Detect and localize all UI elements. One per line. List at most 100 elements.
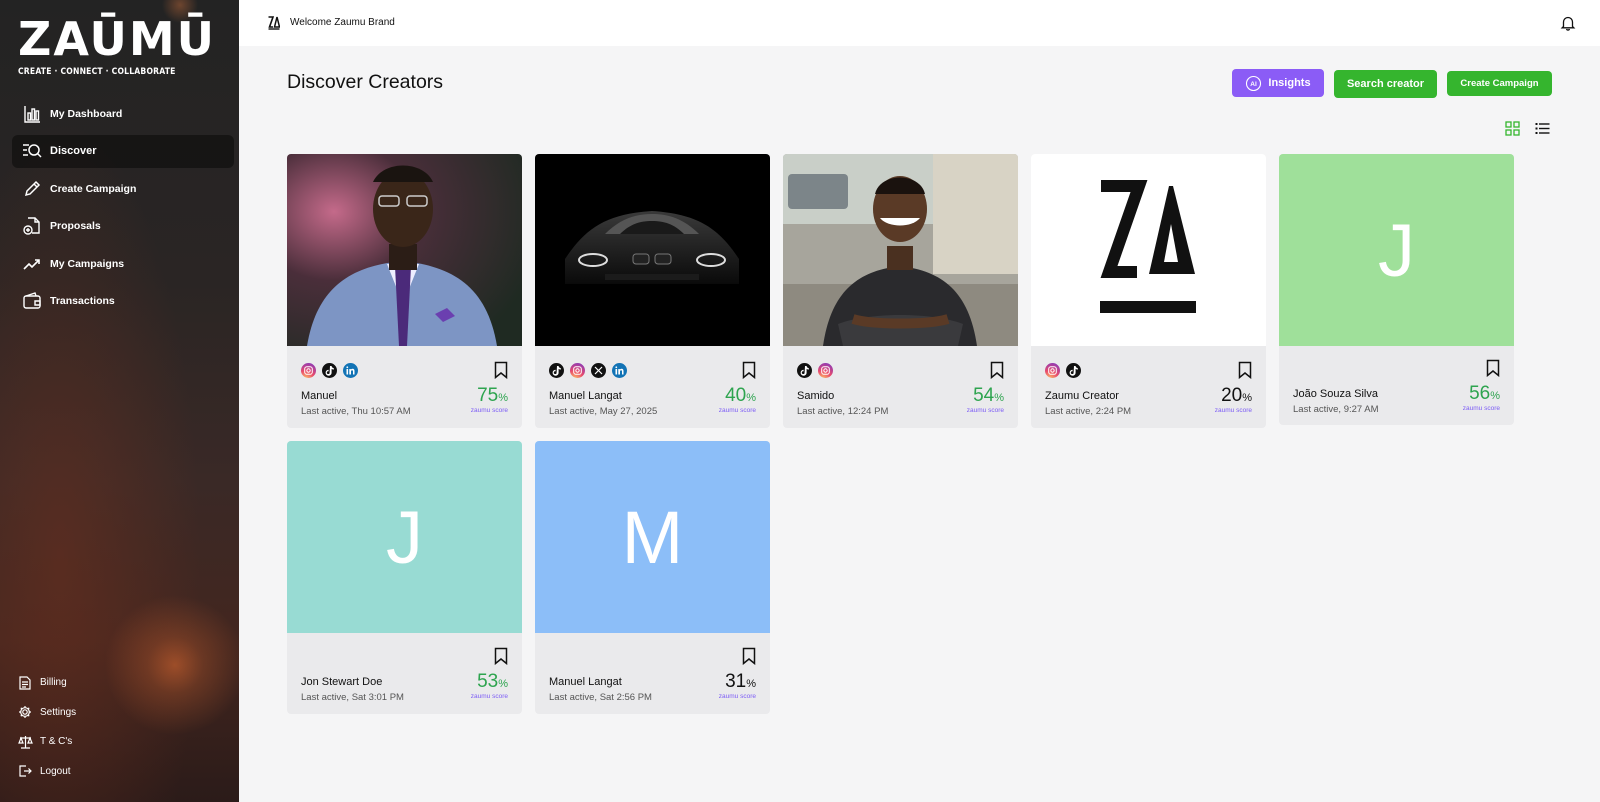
- sidebar-item-label: Settings: [40, 706, 77, 718]
- score-value: 56: [1469, 383, 1491, 404]
- creator-initial-avatar: J: [287, 441, 522, 633]
- search-creator-button[interactable]: Search creator: [1334, 70, 1437, 98]
- bar-chart-icon: [22, 104, 42, 124]
- creator-initial-avatar: J: [1279, 154, 1514, 346]
- zaumu-logo[interactable]: ZAŪMŪ CREATE · CONNECT · COLLABORATE: [18, 12, 217, 84]
- creator-name: Zaumu Creator: [1045, 390, 1119, 402]
- sidebar-item-label: Create Campaign: [50, 182, 137, 195]
- creator-photo: [287, 154, 522, 346]
- creator-card[interactable]: Manuel Last active, Thu 10:57 AM 75% zau…: [287, 154, 522, 428]
- creator-name: Samido: [797, 390, 835, 402]
- score-value: 75: [477, 385, 499, 406]
- bookmark-icon[interactable]: [1486, 359, 1500, 377]
- create-campaign-button[interactable]: Create Campaign: [1447, 71, 1552, 96]
- zaumu-score: 31% zaumu score: [718, 671, 756, 700]
- score-label: zaumu score: [718, 407, 756, 414]
- bookmark-icon[interactable]: [990, 361, 1004, 379]
- zaumu-score: 53% zaumu score: [470, 671, 508, 700]
- score-value: 20: [1221, 385, 1243, 406]
- score-label: zaumu score: [1462, 405, 1500, 412]
- sidebar-item-discover[interactable]: Discover: [12, 134, 234, 168]
- creator-card[interactable]: Zaumu Creator Last active, 2:24 PM 20% z…: [1031, 154, 1266, 428]
- score-value: 31: [725, 671, 747, 692]
- wallet-icon: [22, 291, 42, 311]
- trending-up-icon: [22, 254, 42, 274]
- sidebar-item-settings[interactable]: Settings: [17, 698, 217, 728]
- sidebar-item-my-campaigns[interactable]: My Campaigns: [12, 247, 234, 280]
- bookmark-icon[interactable]: [742, 361, 756, 379]
- last-active: Last active, May 27, 2025: [549, 406, 658, 417]
- bookmark-icon[interactable]: [494, 647, 508, 665]
- grid-view-icon[interactable]: [1505, 121, 1520, 136]
- instagram-icon[interactable]: [818, 363, 833, 378]
- sidebar-item-proposals[interactable]: Proposals: [12, 210, 234, 243]
- insights-label: Insights: [1268, 77, 1311, 89]
- bookmark-icon[interactable]: [494, 361, 508, 379]
- score-percent: %: [498, 678, 508, 690]
- bookmark-icon[interactable]: [742, 647, 756, 665]
- page-title: Discover Creators: [287, 71, 444, 93]
- score-label: zaumu score: [470, 693, 508, 700]
- instagram-icon[interactable]: [1045, 363, 1060, 378]
- sidebar-item-logout[interactable]: Logout: [17, 757, 217, 787]
- last-active: Last active, Sat 3:01 PM: [301, 692, 404, 703]
- sidebar-item-terms[interactable]: T & C's: [17, 727, 217, 757]
- sidebar-item-label: Billing: [40, 677, 67, 689]
- score-percent: %: [746, 392, 756, 404]
- sidebar: ZAŪMŪ CREATE · CONNECT · COLLABORATE My …: [0, 0, 239, 802]
- creator-card[interactable]: M Manuel Langat Last active, Sat 2:56 PM…: [535, 441, 770, 714]
- tiktok-icon[interactable]: [549, 363, 564, 378]
- score-percent: %: [746, 678, 756, 690]
- creator-logo-image: [1031, 154, 1266, 346]
- sidebar-bottom-nav: Billing Settings T & C's Logout: [17, 668, 217, 786]
- instagram-icon[interactable]: [570, 363, 585, 378]
- last-active: Last active, Thu 10:57 AM: [301, 406, 411, 417]
- search-list-icon: [22, 141, 42, 161]
- ai-badge-icon: AI: [1246, 75, 1262, 91]
- sidebar-item-label: T & C's: [40, 736, 73, 748]
- svg-text:AI: AI: [1251, 81, 1258, 88]
- score-value: 53: [477, 671, 499, 692]
- list-view-icon[interactable]: [1535, 121, 1550, 136]
- last-active: Last active, 2:24 PM: [1045, 406, 1132, 417]
- tiktok-icon[interactable]: [797, 363, 812, 378]
- sidebar-item-create-campaign[interactable]: Create Campaign: [12, 172, 234, 205]
- instagram-icon[interactable]: [301, 363, 316, 378]
- topbar: Welcome Zaumu Brand: [239, 0, 1600, 46]
- linkedin-icon[interactable]: [343, 363, 358, 378]
- x-icon[interactable]: [591, 363, 606, 378]
- insights-button[interactable]: AI Insights: [1232, 69, 1324, 97]
- score-label: zaumu score: [470, 407, 508, 414]
- tiktok-icon[interactable]: [1066, 363, 1081, 378]
- creator-name: Manuel Langat: [549, 390, 622, 402]
- creator-card[interactable]: J Jon Stewart Doe Last active, Sat 3:01 …: [287, 441, 522, 714]
- score-label: zaumu score: [718, 693, 756, 700]
- score-value: 54: [973, 385, 995, 406]
- creator-card[interactable]: Samido Last active, 12:24 PM 54% zaumu s…: [783, 154, 1018, 428]
- sidebar-item-transactions[interactable]: Transactions: [12, 285, 234, 318]
- creator-photo: [783, 154, 1018, 346]
- document-plus-icon: [22, 216, 42, 236]
- score-value: 40: [725, 385, 747, 406]
- bookmark-icon[interactable]: [1238, 361, 1252, 379]
- linkedin-icon[interactable]: [612, 363, 627, 378]
- creator-card[interactable]: J João Souza Silva Last active, 9:27 AM …: [1279, 154, 1514, 425]
- social-icons: [301, 363, 358, 379]
- tiktok-icon[interactable]: [322, 363, 337, 378]
- zaumu-score: 40% zaumu score: [718, 385, 756, 414]
- score-percent: %: [498, 392, 508, 404]
- document-icon: [17, 675, 33, 691]
- last-active: Last active, 9:27 AM: [1293, 404, 1379, 415]
- score-percent: %: [994, 392, 1004, 404]
- sidebar-item-billing[interactable]: Billing: [17, 668, 217, 698]
- creator-name: João Souza Silva: [1293, 388, 1378, 400]
- zaumu-score: 75% zaumu score: [470, 385, 508, 414]
- creator-card[interactable]: Manuel Langat Last active, May 27, 2025 …: [535, 154, 770, 428]
- sidebar-item-my-dashboard[interactable]: My Dashboard: [12, 97, 234, 130]
- logo-wordmark: ZAŪMŪ: [18, 12, 217, 66]
- last-active: Last active, 12:24 PM: [797, 406, 889, 417]
- sidebar-item-label: Discover: [50, 145, 97, 157]
- sidebar-item-label: My Campaigns: [50, 257, 125, 270]
- creator-name: Manuel Langat: [549, 676, 622, 688]
- bell-icon[interactable]: [1560, 15, 1576, 31]
